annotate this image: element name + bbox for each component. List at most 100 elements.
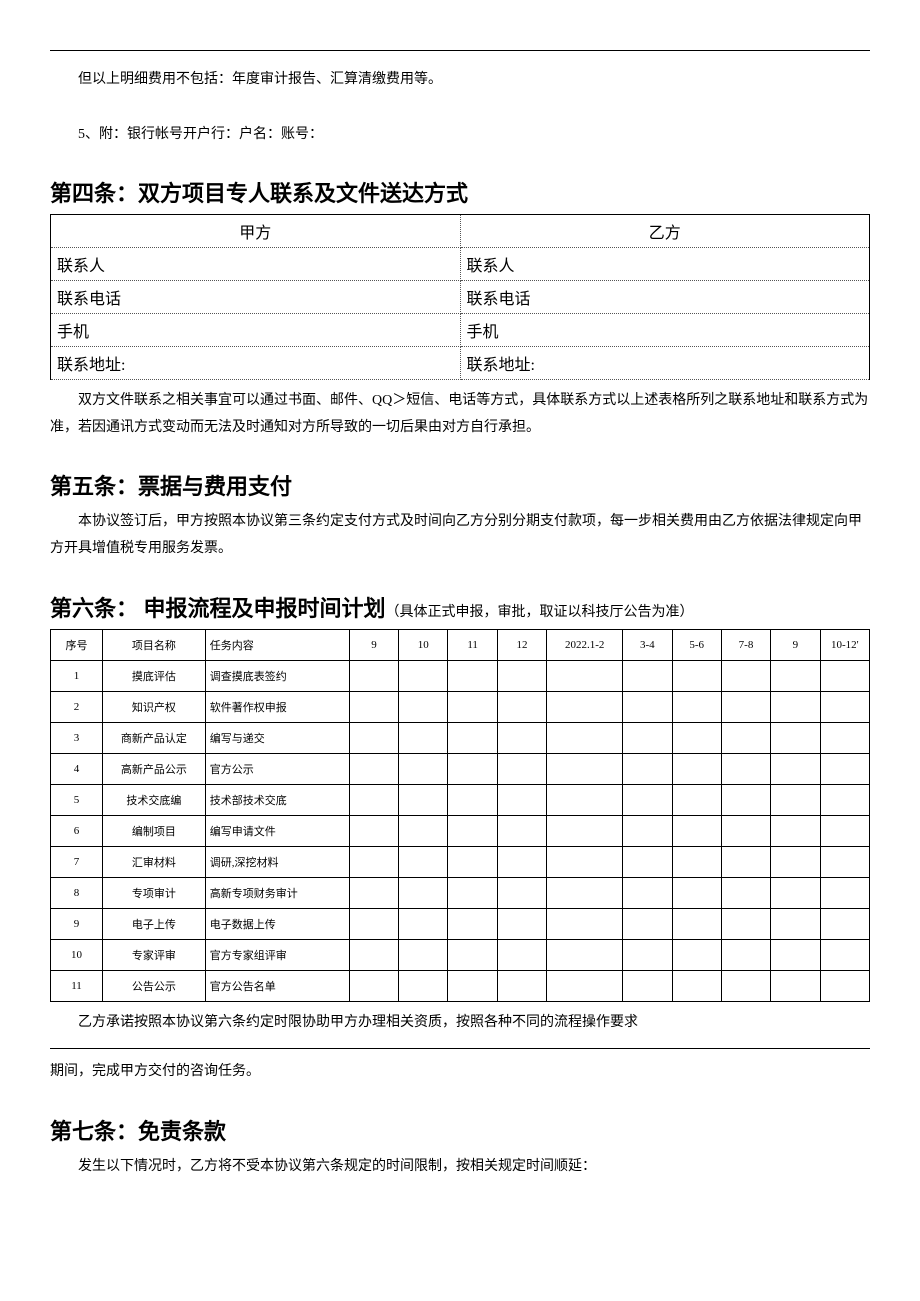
schedule-row: 4高新产品公示官方公示 bbox=[51, 753, 870, 784]
schedule-cell bbox=[672, 877, 721, 908]
schedule-cell bbox=[672, 691, 721, 722]
contact-table: 甲方 乙方 联系人 联系人 联系电话 联系电话 手机 手机 联系地址: 联系地址… bbox=[50, 214, 870, 380]
schedule-cell bbox=[820, 722, 869, 753]
contact-cell: 联系电话 bbox=[460, 281, 870, 314]
schedule-cell bbox=[820, 815, 869, 846]
section6-title: 第六条： 申报流程及申报时间计划（具体正式申报，审批，取证以科技厅公告为准） bbox=[50, 591, 870, 623]
schedule-cell bbox=[721, 846, 770, 877]
schedule-cell bbox=[721, 722, 770, 753]
schedule-cell: 高新产品公示 bbox=[103, 753, 206, 784]
schedule-cell bbox=[547, 846, 623, 877]
schedule-cell bbox=[547, 970, 623, 1001]
schedule-cell bbox=[623, 846, 672, 877]
schedule-cell bbox=[721, 660, 770, 691]
section6-title-text: 第六条： 申报流程及申报时间计划 bbox=[50, 596, 386, 621]
col-m9: 9 bbox=[349, 629, 398, 660]
schedule-cell bbox=[721, 691, 770, 722]
col-no: 序号 bbox=[51, 629, 103, 660]
contact-row: 联系地址: 联系地址: bbox=[51, 347, 870, 380]
schedule-cell: 商新产品认定 bbox=[103, 722, 206, 753]
schedule-cell bbox=[820, 970, 869, 1001]
schedule-cell bbox=[497, 753, 546, 784]
schedule-cell: 编写与递交 bbox=[205, 722, 349, 753]
schedule-row: 9电子上传电子数据上传 bbox=[51, 908, 870, 939]
col-m1012: 10-12' bbox=[820, 629, 869, 660]
schedule-cell bbox=[623, 722, 672, 753]
schedule-cell: 7 bbox=[51, 846, 103, 877]
schedule-cell bbox=[672, 660, 721, 691]
schedule-row: 6编制项目编写申请文件 bbox=[51, 815, 870, 846]
schedule-cell bbox=[448, 877, 497, 908]
schedule-cell bbox=[623, 691, 672, 722]
schedule-row: 2知识产权软件著作权申报 bbox=[51, 691, 870, 722]
schedule-row: 5技术交底编技术部技术交底 bbox=[51, 784, 870, 815]
schedule-cell bbox=[448, 908, 497, 939]
schedule-cell bbox=[399, 939, 448, 970]
contact-cell: 联系人 bbox=[460, 248, 870, 281]
contact-row: 联系电话 联系电话 bbox=[51, 281, 870, 314]
schedule-cell bbox=[771, 846, 820, 877]
attachment-note: 5、附：银行帐号开户行：户名：账号： bbox=[50, 122, 870, 149]
schedule-cell bbox=[771, 815, 820, 846]
schedule-cell bbox=[771, 660, 820, 691]
schedule-cell bbox=[399, 908, 448, 939]
schedule-cell bbox=[497, 784, 546, 815]
schedule-cell bbox=[448, 691, 497, 722]
schedule-row: 1摸底评估调查摸底表签约 bbox=[51, 660, 870, 691]
schedule-cell bbox=[771, 970, 820, 1001]
section4-note: 双方文件联系之相关事宜可以通过书面、邮件、QQ＞短信、电话等方式，具体联系方式以… bbox=[50, 388, 870, 441]
col-m56: 5-6 bbox=[672, 629, 721, 660]
schedule-cell bbox=[771, 877, 820, 908]
schedule-cell: 技术部技术交底 bbox=[205, 784, 349, 815]
schedule-cell bbox=[820, 660, 869, 691]
schedule-cell bbox=[349, 722, 398, 753]
schedule-cell bbox=[721, 939, 770, 970]
schedule-cell: 官方公示 bbox=[205, 753, 349, 784]
schedule-cell bbox=[349, 877, 398, 908]
schedule-cell bbox=[399, 877, 448, 908]
schedule-cell bbox=[623, 877, 672, 908]
schedule-cell bbox=[820, 908, 869, 939]
mid-rule bbox=[50, 1048, 870, 1049]
schedule-cell bbox=[547, 815, 623, 846]
party-a-header: 甲方 bbox=[51, 215, 461, 248]
schedule-cell bbox=[547, 877, 623, 908]
schedule-cell: 专家评审 bbox=[103, 939, 206, 970]
schedule-cell bbox=[672, 939, 721, 970]
section5-title: 第五条：票据与费用支付 bbox=[50, 469, 870, 501]
schedule-cell bbox=[399, 784, 448, 815]
schedule-cell bbox=[349, 784, 398, 815]
contact-row: 联系人 联系人 bbox=[51, 248, 870, 281]
schedule-cell: 2 bbox=[51, 691, 103, 722]
contact-cell: 联系地址: bbox=[460, 347, 870, 380]
schedule-cell: 编制项目 bbox=[103, 815, 206, 846]
schedule-row: 10专家评审官方专家组评审 bbox=[51, 939, 870, 970]
schedule-cell bbox=[623, 815, 672, 846]
schedule-cell bbox=[497, 815, 546, 846]
schedule-cell bbox=[820, 784, 869, 815]
schedule-cell bbox=[771, 908, 820, 939]
schedule-cell: 调研,深挖材料 bbox=[205, 846, 349, 877]
schedule-cell: 专项审计 bbox=[103, 877, 206, 908]
schedule-cell: 1 bbox=[51, 660, 103, 691]
schedule-cell bbox=[623, 939, 672, 970]
schedule-cell: 5 bbox=[51, 784, 103, 815]
schedule-cell bbox=[820, 939, 869, 970]
schedule-cell bbox=[672, 815, 721, 846]
schedule-cell bbox=[672, 908, 721, 939]
schedule-cell bbox=[349, 970, 398, 1001]
schedule-cell: 汇审材料 bbox=[103, 846, 206, 877]
schedule-cell bbox=[672, 722, 721, 753]
schedule-cell: 技术交底编 bbox=[103, 784, 206, 815]
schedule-cell bbox=[547, 908, 623, 939]
schedule-cell: 软件著作权申报 bbox=[205, 691, 349, 722]
schedule-row: 11公告公示官方公告名单 bbox=[51, 970, 870, 1001]
col-m10: 10 bbox=[399, 629, 448, 660]
schedule-cell bbox=[771, 939, 820, 970]
schedule-cell bbox=[547, 939, 623, 970]
schedule-cell bbox=[448, 722, 497, 753]
schedule-cell bbox=[497, 877, 546, 908]
schedule-cell: 电子上传 bbox=[103, 908, 206, 939]
schedule-cell bbox=[623, 908, 672, 939]
contact-row: 手机 手机 bbox=[51, 314, 870, 347]
